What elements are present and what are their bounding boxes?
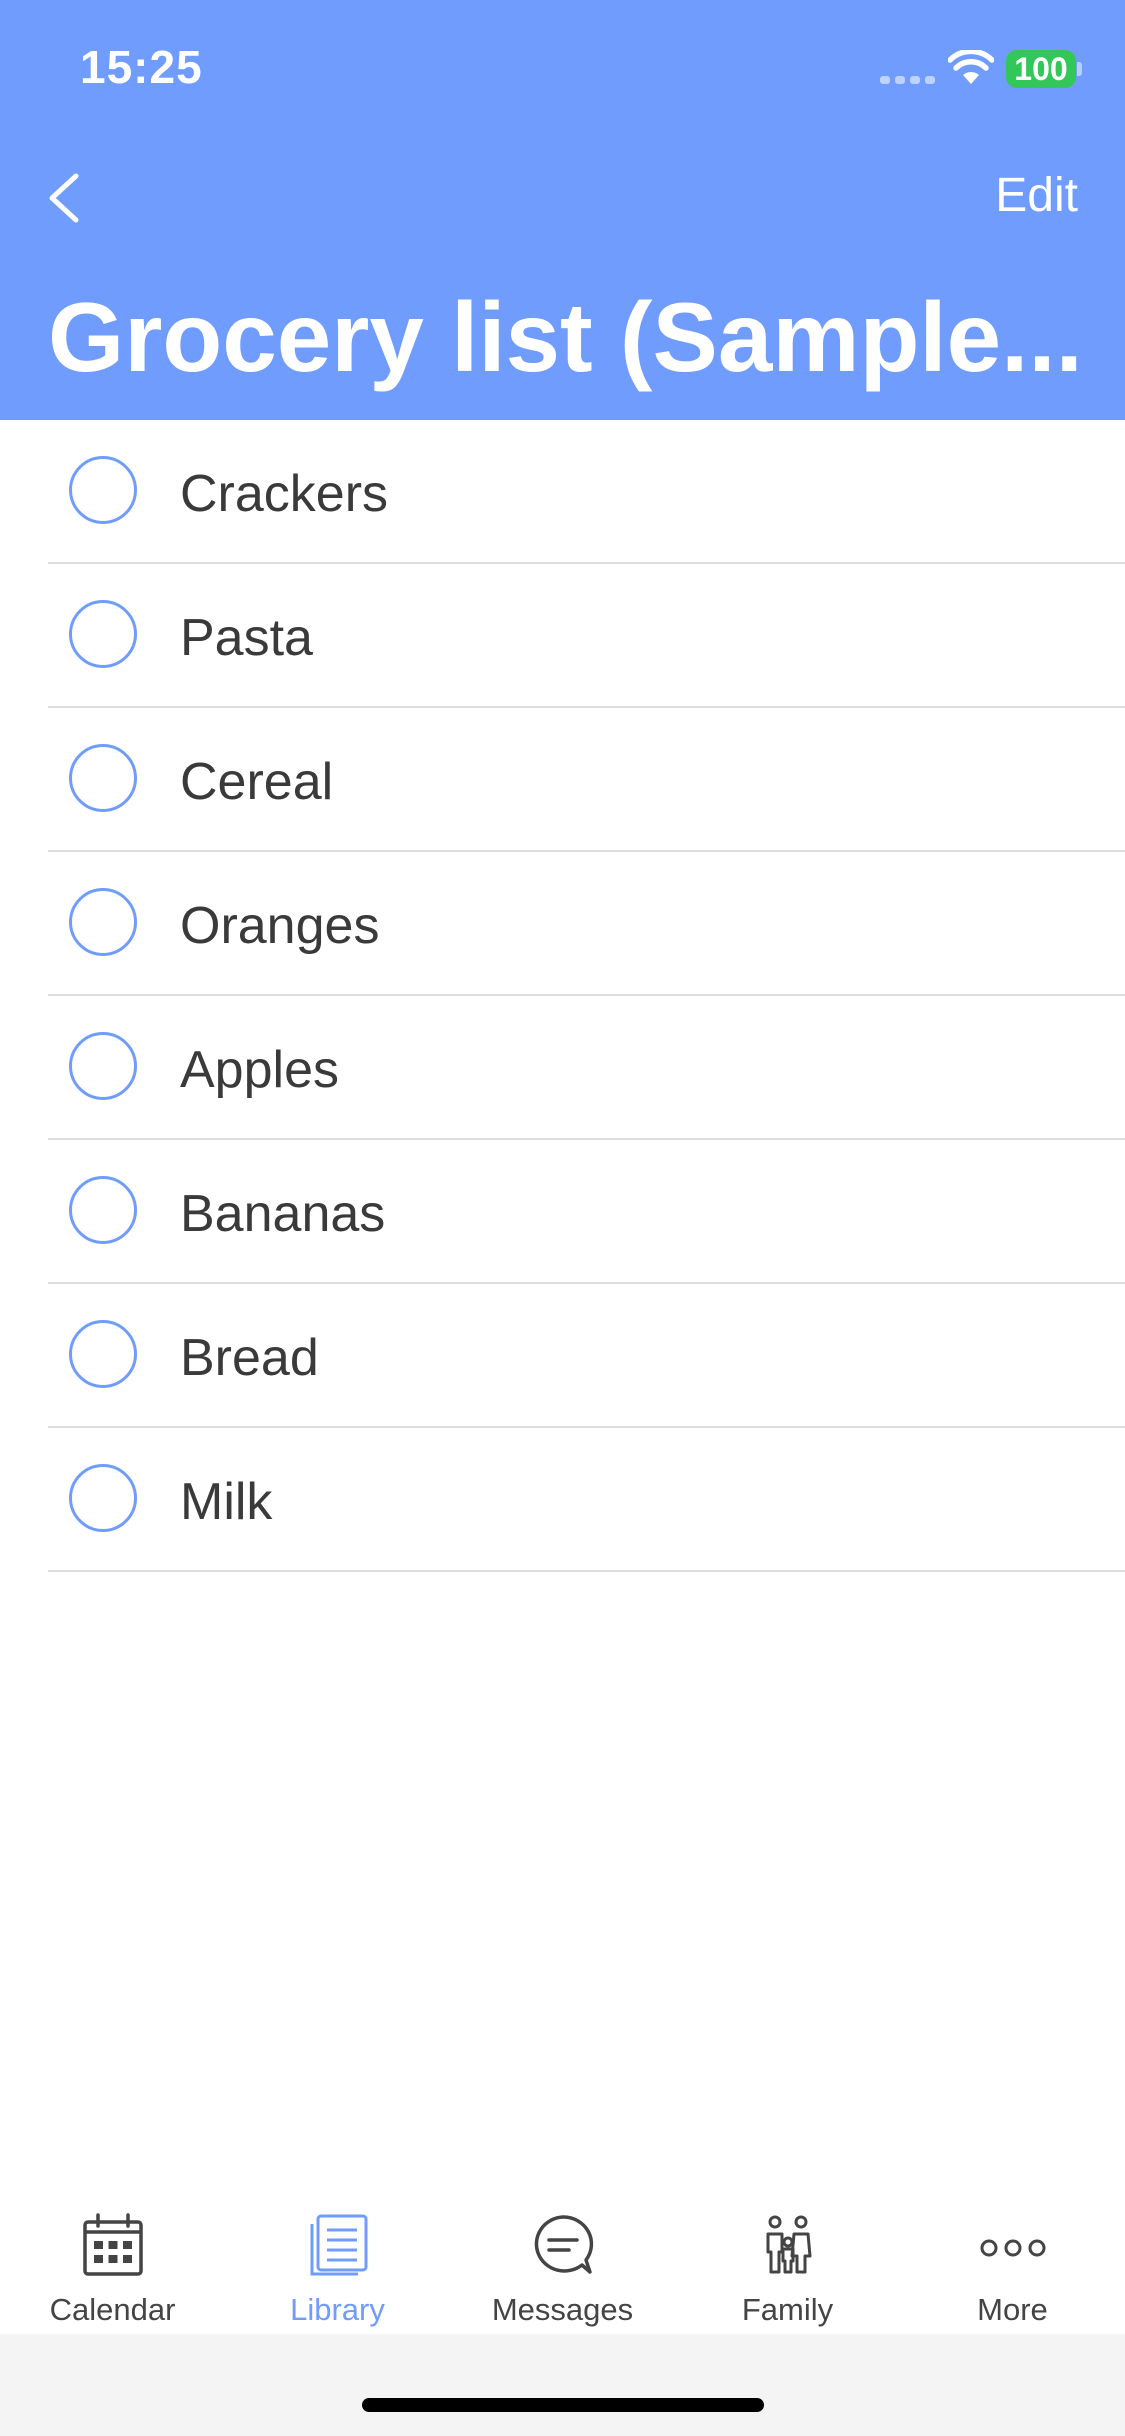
- family-icon: [766, 2215, 811, 2274]
- messages-icon: [534, 2215, 593, 2274]
- item-label: Bananas: [180, 1185, 386, 1243]
- list-item[interactable]: Bananas: [0, 1140, 1125, 1284]
- tab-label: Library: [290, 2292, 385, 2327]
- home-indicator[interactable]: [362, 2398, 764, 2412]
- tab-label: Calendar: [49, 2292, 176, 2327]
- list-item[interactable]: Cereal: [0, 708, 1125, 852]
- list-item[interactable]: Pasta: [0, 564, 1125, 708]
- tab-library[interactable]: Library: [225, 2184, 450, 2334]
- item-label: Cereal: [180, 753, 334, 811]
- list-item[interactable]: Oranges: [0, 852, 1125, 996]
- status-time: 15:25: [80, 41, 203, 93]
- battery-tip: [1077, 62, 1082, 76]
- chevron-left-icon: [49, 173, 79, 223]
- list-item[interactable]: Milk: [0, 1428, 1125, 1572]
- tab-bar: Calendar Library Messages Family More: [0, 2184, 1125, 2334]
- grocery-list: Crackers Pasta Cereal Oranges Apples Ban…: [0, 420, 1125, 1572]
- checkbox-circle[interactable]: [69, 1464, 137, 1532]
- tab-more[interactable]: More: [900, 2184, 1125, 2334]
- item-label: Milk: [180, 1473, 273, 1531]
- checkbox-circle[interactable]: [69, 600, 137, 668]
- tab-family[interactable]: Family: [675, 2184, 900, 2334]
- item-label: Pasta: [180, 609, 313, 667]
- page-title: Grocery list (Sample...: [48, 282, 1083, 392]
- battery-indicator: 100: [1006, 50, 1076, 88]
- checkbox-circle[interactable]: [69, 744, 137, 812]
- checkbox-circle[interactable]: [69, 1176, 137, 1244]
- divider: [48, 1570, 1125, 1572]
- screen: 15:25 100 Edit Grocery list (Sample... C…: [0, 0, 1125, 2436]
- checkbox-circle[interactable]: [69, 888, 137, 956]
- item-label: Crackers: [180, 465, 389, 523]
- list-item[interactable]: Bread: [0, 1284, 1125, 1428]
- checkbox-circle[interactable]: [69, 1032, 137, 1100]
- home-indicator-area: [0, 2334, 1125, 2436]
- checkbox-circle[interactable]: [69, 456, 137, 524]
- tab-label: More: [977, 2292, 1048, 2327]
- list-item[interactable]: Crackers: [0, 420, 1125, 564]
- tab-calendar[interactable]: Calendar: [0, 2184, 225, 2334]
- library-icon: [310, 2214, 367, 2276]
- tab-messages[interactable]: Messages: [450, 2184, 675, 2334]
- item-label: Bread: [180, 1329, 319, 1387]
- checkbox-circle[interactable]: [69, 1320, 137, 1388]
- wifi-icon: [948, 50, 994, 84]
- tab-label: Family: [741, 2292, 834, 2327]
- back-button[interactable]: [40, 160, 100, 236]
- calendar-icon: [82, 2213, 143, 2276]
- more-icon: [980, 2239, 1045, 2257]
- header: 15:25 100 Edit Grocery list (Sample...: [0, 0, 1125, 420]
- list-item[interactable]: Apples: [0, 996, 1125, 1140]
- edit-button[interactable]: Edit: [995, 168, 1078, 223]
- cellular-signal-icon: [880, 76, 936, 84]
- item-label: Apples: [180, 1041, 339, 1099]
- item-label: Oranges: [180, 897, 380, 955]
- tab-label: Messages: [491, 2292, 634, 2327]
